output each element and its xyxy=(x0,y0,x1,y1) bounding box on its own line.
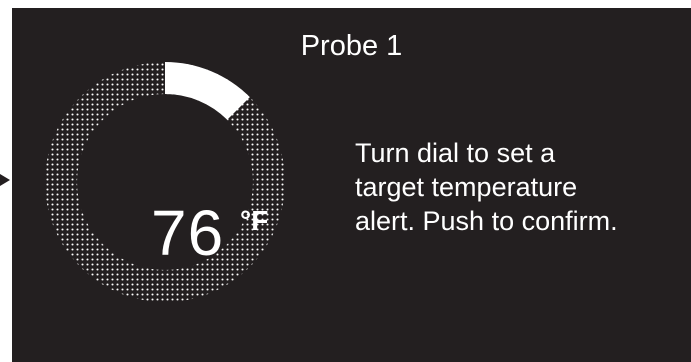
device-display: Probe 1 76 °F Turn dial to set a target … xyxy=(12,8,691,362)
instructions-line-2: target temperature xyxy=(355,172,578,202)
temperature-unit: °F xyxy=(240,205,269,236)
temperature-readout: 76 °F xyxy=(115,197,269,277)
probe-title: Probe 1 xyxy=(300,30,403,62)
temperature-value: 76 xyxy=(151,197,225,269)
instructions-line-1: Turn dial to set a xyxy=(355,138,556,168)
temperature-dial[interactable]: 76 °F xyxy=(45,62,285,302)
instructions-line-3: alert. Push to confirm. xyxy=(355,206,618,236)
arrow-right-icon xyxy=(0,174,10,186)
instructions-text: Turn dial to set a target temperature al… xyxy=(355,136,675,238)
